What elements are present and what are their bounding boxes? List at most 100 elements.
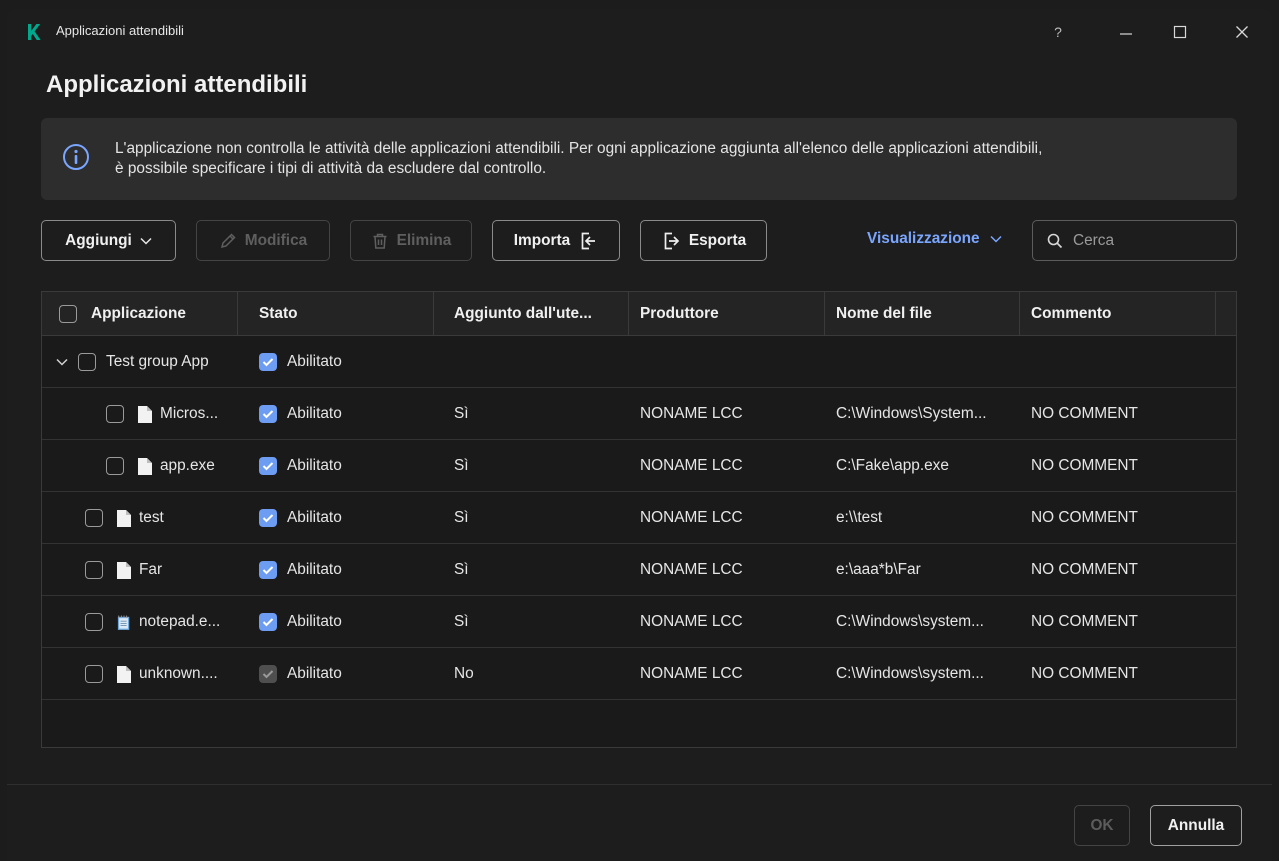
app-cell: Test group App (56, 336, 238, 388)
check-icon (262, 410, 274, 419)
comment-cell: NO COMMENT (1031, 665, 1138, 682)
table-row[interactable]: Micros... Abilitato Sì NONAME LCC C:\Win… (42, 388, 1236, 440)
status-checkbox[interactable] (259, 509, 277, 527)
file-name-cell: e:\\test (836, 509, 883, 526)
comment-cell: NO COMMENT (1031, 405, 1138, 422)
table-row[interactable]: Far Abilitato Sì NONAME LCC e:\aaa*b\Far… (42, 544, 1236, 596)
file-name-cell: C:\Windows\system... (836, 665, 984, 682)
window-title: Applicazioni attendibili (56, 23, 184, 38)
trash-icon (373, 233, 387, 249)
file-icon (117, 561, 131, 579)
row-checkbox[interactable] (106, 405, 124, 423)
delete-button[interactable]: Elimina (350, 220, 472, 261)
close-button[interactable] (1222, 17, 1262, 47)
close-icon (1236, 26, 1248, 38)
trusted-apps-window: Applicazioni attendibili ? Applicazioni … (7, 9, 1272, 861)
search-input[interactable] (1073, 231, 1213, 250)
column-header-application[interactable]: Applicazione (42, 292, 238, 336)
row-checkbox[interactable] (106, 457, 124, 475)
column-header-vendor[interactable]: Produttore (629, 292, 825, 336)
table-header: Applicazione Stato Aggiunto dall'ute... … (42, 292, 1236, 336)
cancel-button[interactable]: Annulla (1150, 805, 1242, 846)
table-row[interactable]: unknown.... Abilitato No NONAME LCC C:\W… (42, 648, 1236, 700)
file-icon (138, 457, 152, 475)
row-checkbox[interactable] (85, 613, 103, 631)
column-header-comment[interactable]: Commento (1020, 292, 1216, 336)
chevron-down-icon (140, 237, 152, 245)
file-icon (138, 405, 152, 423)
status-text: Abilitato (287, 561, 342, 578)
app-name: app.exe (160, 457, 215, 474)
check-icon (262, 358, 274, 367)
status-checkbox[interactable] (259, 457, 277, 475)
comment-cell: NO COMMENT (1031, 457, 1138, 474)
vendor-cell: NONAME LCC (640, 613, 743, 630)
export-icon (664, 232, 680, 249)
file-name-cell: e:\aaa*b\Far (836, 561, 921, 578)
search-icon (1047, 233, 1063, 248)
import-button[interactable]: Importa (492, 220, 620, 261)
search-box[interactable] (1032, 220, 1237, 261)
kaspersky-logo-icon (28, 24, 41, 40)
vendor-cell: NONAME LCC (640, 405, 743, 422)
row-checkbox[interactable] (85, 665, 103, 683)
maximize-button[interactable] (1160, 17, 1200, 47)
row-checkbox[interactable] (85, 509, 103, 527)
app-cell: notepad.e... (85, 596, 238, 648)
status-checkbox[interactable] (259, 353, 277, 371)
comment-cell: NO COMMENT (1031, 613, 1138, 630)
notepad-icon (117, 615, 130, 630)
import-icon (581, 232, 596, 249)
minimize-button[interactable] (1106, 17, 1146, 47)
status-cell: Abilitato (259, 648, 342, 700)
table-row[interactable]: test Abilitato Sì NONAME LCC e:\\test NO… (42, 492, 1236, 544)
table-row[interactable]: notepad.e... Abilitato Sì NONAME LCC C:\… (42, 596, 1236, 648)
info-banner: L'applicazione non controlla le attività… (41, 118, 1237, 200)
row-checkbox[interactable] (78, 353, 96, 371)
export-button[interactable]: Esporta (640, 220, 767, 261)
info-banner-text: L'applicazione non controlla le attività… (115, 139, 1225, 179)
check-icon (262, 618, 274, 627)
file-icon (117, 665, 131, 683)
comment-cell: NO COMMENT (1031, 561, 1138, 578)
file-icon (117, 509, 131, 527)
chevron-down-icon (990, 235, 1002, 243)
status-text: Abilitato (287, 665, 342, 682)
view-dropdown[interactable]: Visualizzazione (867, 230, 1002, 248)
column-header-file-name[interactable]: Nome del file (825, 292, 1020, 336)
help-button[interactable]: ? (1038, 17, 1078, 47)
status-checkbox[interactable] (259, 405, 277, 423)
added-by-user-cell: No (454, 665, 474, 682)
table-row-group[interactable]: Test group App Abilitato (42, 336, 1236, 388)
column-header-added-by-user[interactable]: Aggiunto dall'ute... (434, 292, 629, 336)
column-label: Commento (1031, 305, 1112, 322)
app-cell: test (85, 492, 238, 544)
app-name: notepad.e... (139, 613, 221, 630)
app-name: Micros... (160, 405, 219, 422)
table-row[interactable]: app.exe Abilitato Sì NONAME LCC C:\Fake\… (42, 440, 1236, 492)
status-checkbox[interactable] (259, 613, 277, 631)
chevron-down-icon[interactable] (56, 358, 68, 366)
app-name: test (139, 509, 164, 526)
status-cell: Abilitato (259, 544, 342, 596)
status-cell: Abilitato (259, 596, 342, 648)
row-checkbox[interactable] (85, 561, 103, 579)
status-text: Abilitato (287, 509, 342, 526)
column-header-status[interactable]: Stato (238, 292, 434, 336)
ok-button[interactable]: OK (1074, 805, 1130, 846)
pencil-icon (220, 232, 236, 248)
app-name: Test group App (106, 353, 209, 370)
added-by-user-cell: Sì (454, 561, 469, 578)
file-name-cell: C:\Fake\app.exe (836, 457, 949, 474)
cancel-button-label: Annulla (1167, 816, 1225, 834)
maximize-icon (1173, 25, 1187, 39)
select-all-checkbox[interactable] (59, 305, 77, 323)
column-label: Nome del file (836, 305, 932, 322)
comment-cell: NO COMMENT (1031, 509, 1138, 526)
status-checkbox[interactable] (259, 561, 277, 579)
status-text: Abilitato (287, 405, 342, 422)
status-cell: Abilitato (259, 492, 342, 544)
add-button[interactable]: Aggiungi (41, 220, 176, 261)
status-text: Abilitato (287, 353, 342, 370)
edit-button[interactable]: Modifica (196, 220, 330, 261)
